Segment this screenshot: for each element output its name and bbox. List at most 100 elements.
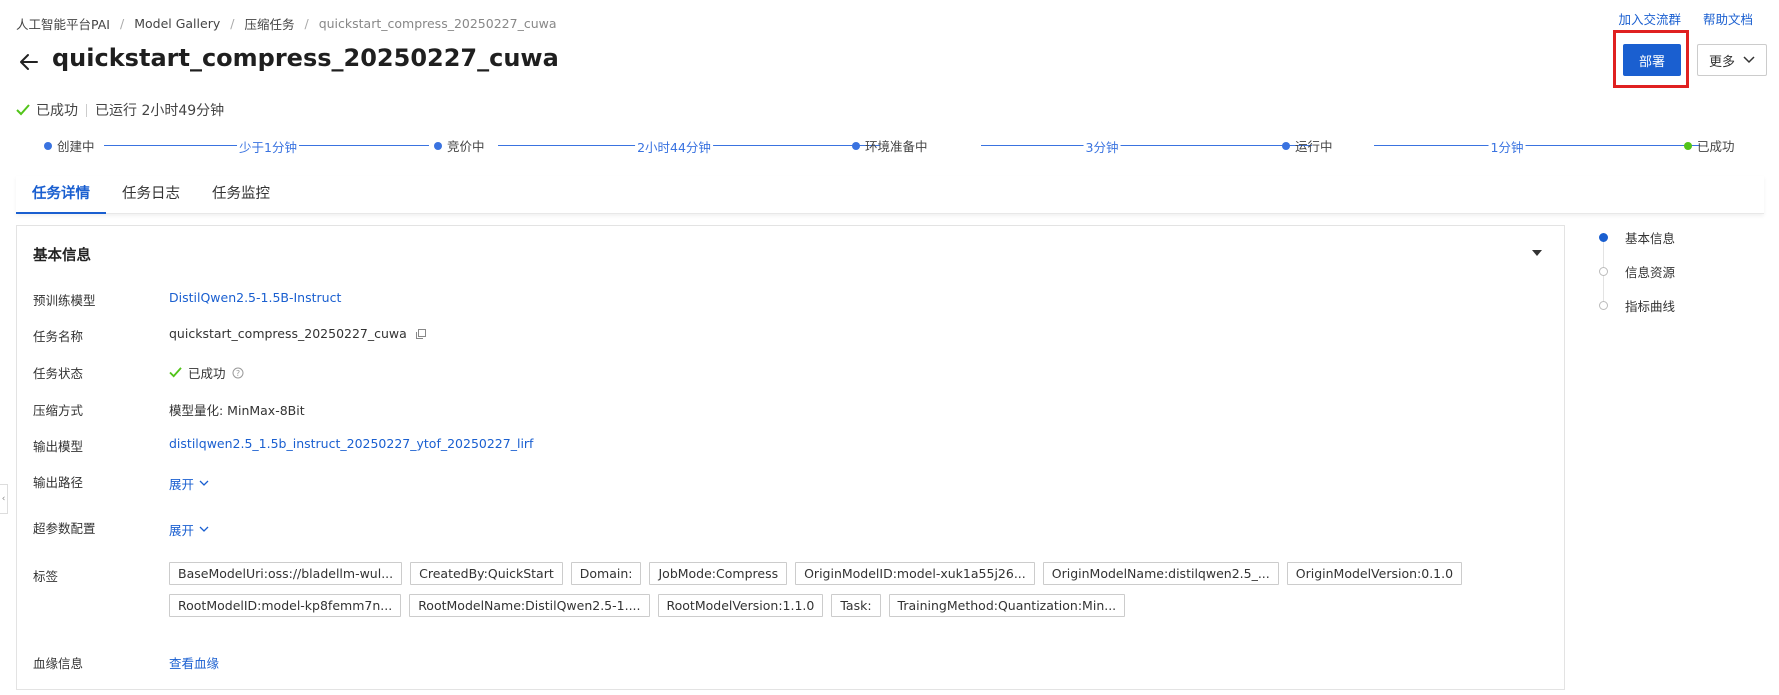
breadcrumb-compress-tasks[interactable]: 压缩任务 <box>244 14 294 33</box>
status-divider <box>86 103 87 117</box>
row-label: 压缩方式 <box>33 403 84 418</box>
tag-item: OriginModelName:distilqwen2.5_... <box>1042 562 1279 585</box>
tab-bar: 任务详情 任务日志 任务监控 <box>16 176 1764 214</box>
breadcrumb-current: quickstart_compress_20250227_cuwa <box>318 16 557 31</box>
tag-item: OriginModelID:model-xuk1a55j26... <box>795 562 1035 585</box>
breadcrumb-pai[interactable]: 人工智能平台PAI <box>16 14 110 33</box>
tag-item: BaseModelUri:oss://bladellm-wul... <box>169 562 403 585</box>
deploy-button[interactable]: 部署 <box>1623 44 1681 76</box>
stage-dot <box>852 141 860 150</box>
status-line: 已成功 已运行 2小时49分钟 <box>16 100 224 120</box>
timeline-stage: 运行中 <box>1282 136 1333 155</box>
breadcrumb-separator: / <box>119 16 125 31</box>
stage-label: 竞价中 <box>447 139 485 154</box>
anchor-label: 指标曲线 <box>1625 299 1676 314</box>
stage-label: 环境准备中 <box>865 139 928 154</box>
breadcrumb-separator: / <box>304 16 309 31</box>
stage-dot-success <box>1684 141 1692 150</box>
timeline-stage: 竞价中 <box>434 136 485 155</box>
tag-item: OriginModelVersion:0.1.0 <box>1286 562 1463 585</box>
stage-label: 创建中 <box>57 139 95 154</box>
timeline-stage: 已成功 <box>1684 136 1735 155</box>
tag-item: CreatedBy:QuickStart <box>410 562 563 585</box>
row-label: 任务状态 <box>33 366 84 381</box>
more-button[interactable]: 更多 <box>1697 44 1767 76</box>
panel-title: 基本信息 <box>33 248 91 264</box>
help-docs-link[interactable]: 帮助文档 <box>1703 9 1753 28</box>
task-status-value: 已成功 <box>188 366 226 381</box>
expand-label: 展开 <box>169 477 195 492</box>
stage-dot <box>434 141 442 150</box>
tag-item: TrainingMethod:Quantization:Min... <box>888 594 1126 617</box>
sidebar-toggle-handle[interactable]: ‹ <box>0 484 8 514</box>
help-icon[interactable]: ? <box>232 367 244 379</box>
row-label: 输出模型 <box>33 439 84 454</box>
stage-label: 已成功 <box>1697 139 1735 154</box>
row-label: 血缘信息 <box>33 656 84 671</box>
top-links: 加入交流群 帮助文档 <box>1618 9 1753 28</box>
anchor-label: 信息资源 <box>1625 265 1676 280</box>
chevron-down-icon <box>199 526 209 532</box>
timeline-connector <box>981 145 1312 146</box>
anchor-dot <box>1599 301 1608 310</box>
anchor-metric-curves[interactable]: 指标曲线 <box>1598 296 1675 315</box>
timeline-stage: 环境准备中 <box>852 136 928 155</box>
tag-item: RootModelID:model-kp8femm7n... <box>169 594 402 617</box>
breadcrumb: 人工智能平台PAI / Model Gallery / 压缩任务 / quick… <box>16 14 557 33</box>
timeline-duration: 2小时44分钟 <box>635 137 713 156</box>
tag-item: Domain: <box>570 562 642 585</box>
row-label: 任务名称 <box>33 329 84 344</box>
progress-timeline: 少于1分钟 2小时44分钟 3分钟 1分钟 创建中 竞价中 环境准备中 运行中 … <box>44 136 1735 156</box>
collapse-caret-icon[interactable] <box>1532 250 1542 256</box>
anchor-dot <box>1599 267 1608 276</box>
copy-icon[interactable] <box>415 328 427 340</box>
tab-task-logs[interactable]: 任务日志 <box>106 176 196 214</box>
anchor-info-resources[interactable]: 信息资源 <box>1598 262 1675 281</box>
expand-hyperparams-button[interactable]: 展开 <box>169 520 209 539</box>
row-label: 超参数配置 <box>33 521 96 536</box>
svg-text:?: ? <box>235 369 239 378</box>
stage-label: 运行中 <box>1295 139 1333 154</box>
expand-label: 展开 <box>169 523 195 538</box>
output-model-link[interactable]: distilqwen2.5_1.5b_instruct_20250227_yto… <box>169 436 533 451</box>
tag-item: JobMode:Compress <box>649 562 788 585</box>
pretrained-model-link[interactable]: DistilQwen2.5-1.5B-Instruct <box>169 290 341 305</box>
task-name-value: quickstart_compress_20250227_cuwa <box>169 326 407 341</box>
tab-task-details[interactable]: 任务详情 <box>16 176 106 214</box>
tag-item: RootModelName:DistilQwen2.5-1.... <box>409 594 650 617</box>
expand-output-path-button[interactable]: 展开 <box>169 474 209 493</box>
row-label: 预训练模型 <box>33 293 96 308</box>
check-icon <box>16 104 30 116</box>
tag-item: RootModelVersion:1.1.0 <box>657 594 824 617</box>
timeline-duration: 1分钟 <box>1488 137 1526 156</box>
tag-list: BaseModelUri:oss://bladellm-wul... Create… <box>169 562 1549 626</box>
chevron-down-icon <box>1743 56 1755 64</box>
row-label: 标签 <box>33 569 59 584</box>
row-label: 输出路径 <box>33 475 84 490</box>
chevron-down-icon <box>199 480 209 486</box>
view-lineage-link[interactable]: 查看血缘 <box>169 653 219 672</box>
basic-info-panel: 基本信息 预训练模型 DistilQwen2.5-1.5B-Instruct 任… <box>16 225 1565 690</box>
stage-dot <box>44 141 52 150</box>
anchor-basic-info[interactable]: 基本信息 <box>1598 228 1675 247</box>
page-title: quickstart_compress_20250227_cuwa <box>52 44 559 72</box>
anchor-dot <box>1599 233 1608 242</box>
runtime-text: 已运行 2小时49分钟 <box>95 103 225 119</box>
timeline-stage: 创建中 <box>44 136 95 155</box>
breadcrumb-separator: / <box>230 16 235 31</box>
breadcrumb-model-gallery[interactable]: Model Gallery <box>134 16 220 31</box>
more-button-label: 更多 <box>1708 54 1735 70</box>
check-icon <box>169 367 182 378</box>
timeline-connector <box>1374 145 1700 146</box>
timeline-duration: 3分钟 <box>1083 137 1121 156</box>
chevron-left-icon: ‹ <box>1 494 6 504</box>
anchor-label: 基本信息 <box>1625 231 1676 246</box>
back-arrow-icon[interactable] <box>16 49 42 75</box>
status-text: 已成功 <box>36 103 78 119</box>
tab-task-monitor[interactable]: 任务监控 <box>196 176 286 214</box>
timeline-duration: 少于1分钟 <box>237 137 299 156</box>
join-group-link[interactable]: 加入交流群 <box>1618 9 1681 28</box>
stage-dot <box>1282 141 1290 150</box>
tag-item: Task: <box>831 594 881 617</box>
compress-method-value: 模型量化: MinMax-8Bit <box>169 403 305 418</box>
